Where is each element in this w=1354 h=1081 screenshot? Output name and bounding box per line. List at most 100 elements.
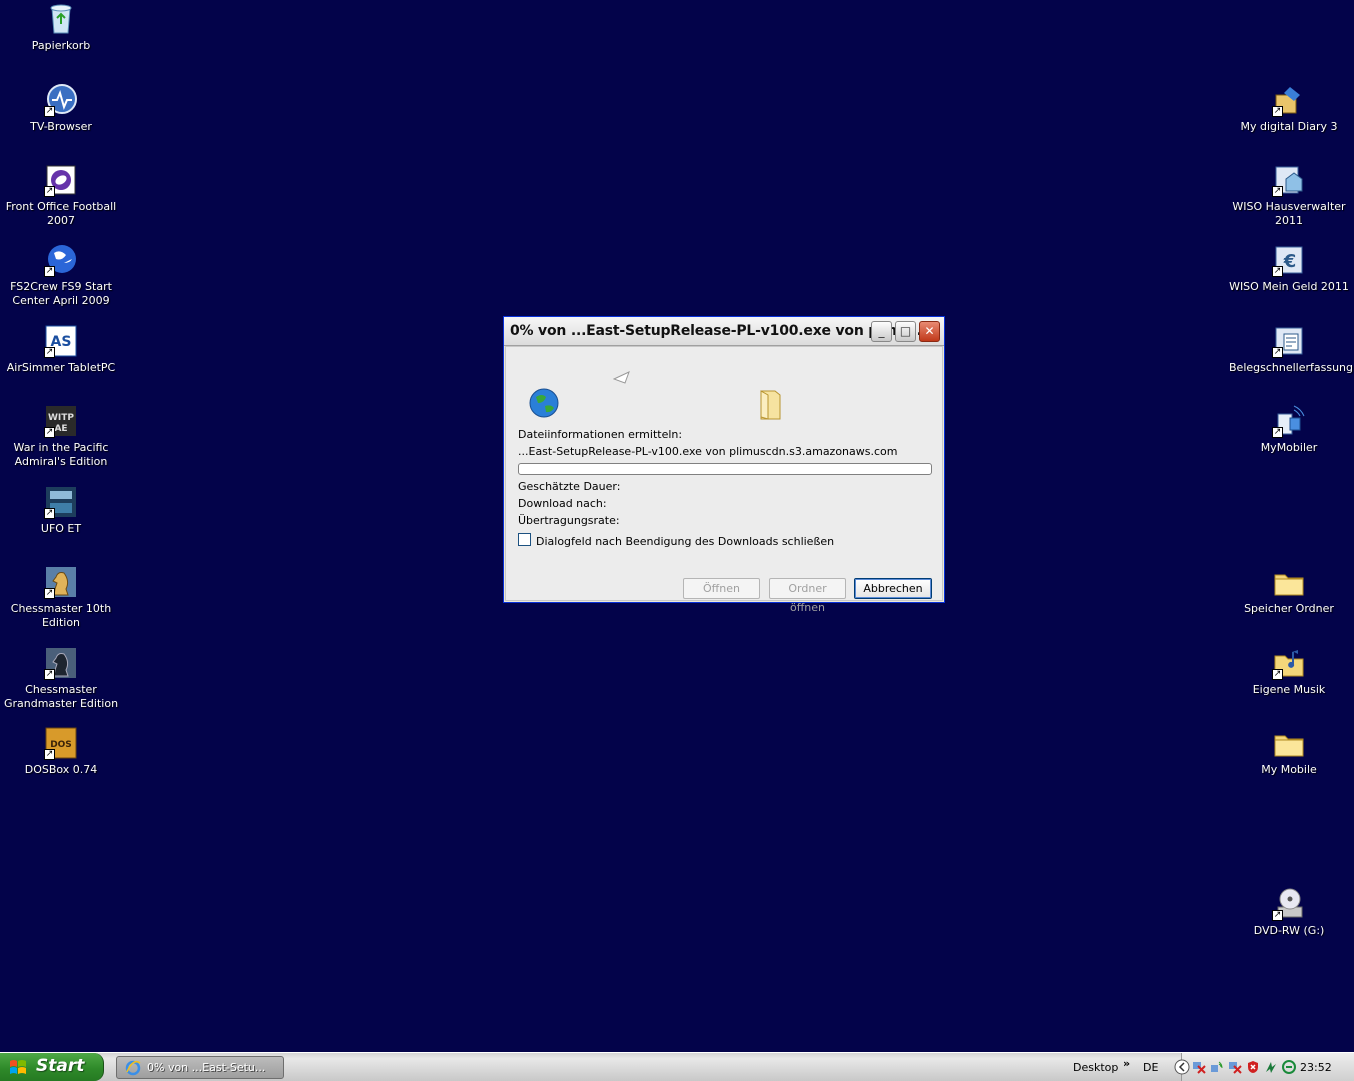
desktop-icon-label: War in the Pacific Admiral's Edition (13, 441, 109, 468)
wiso-house-icon: ↗ (1272, 163, 1306, 197)
dialog-title: 0% von ...East-SetupRelease-PL-v100.exe … (510, 323, 927, 339)
wiso-money-icon: € ↗ (1272, 243, 1306, 277)
desktop-icon-wiso-mein-geld[interactable]: € ↗ WISO Mein Geld 2011 (1229, 243, 1349, 294)
shortcut-arrow-icon: ↗ (44, 347, 55, 358)
desktop-icon-tv-browser[interactable]: ↗ TV-Browser (1, 83, 121, 134)
desktop-icon-eigene-musik[interactable]: ↗ Eigene Musik (1229, 646, 1349, 697)
chess-knight-dark-icon: ↗ (44, 646, 78, 680)
shortcut-arrow-icon: ↗ (44, 266, 55, 277)
music-folder-icon: ↗ (1272, 646, 1306, 680)
folder-open-icon (760, 390, 781, 420)
desktop-icon-label: Eigene Musik (1252, 683, 1326, 696)
ufo-icon: ↗ (44, 485, 78, 519)
desktop-icon-front-office-football[interactable]: ↗ Front Office Football 2007 (1, 163, 121, 228)
activesync-icon[interactable] (1282, 1060, 1296, 1074)
shortcut-arrow-icon: ↗ (44, 186, 55, 197)
desktop-icon-label: My Mobile (1261, 763, 1317, 776)
desktop-icon-digital-diary[interactable]: ↗ My digital Diary 3 (1229, 83, 1349, 134)
shortcut-arrow-icon: ↗ (1272, 106, 1283, 117)
desktop-icon-dvd-rw[interactable]: ↗ DVD-RW (G:) (1229, 887, 1349, 938)
open-button[interactable]: Öffnen (683, 578, 760, 599)
language-indicator[interactable]: DE (1143, 1061, 1158, 1074)
close-when-done-label[interactable]: Dialogfeld nach Beendigung des Downloads… (536, 535, 834, 548)
maximize-icon: □ (899, 324, 912, 338)
tv-browser-icon: ↗ (44, 83, 78, 117)
desktop-icon-wiso-hausverwalter[interactable]: ↗ WISO Hausverwalter 2011 (1229, 163, 1349, 228)
wireless-icon[interactable] (1210, 1060, 1224, 1074)
transfer-rate-label: Übertragungsrate: (518, 514, 620, 527)
windows-logo-icon (10, 1060, 26, 1074)
football-icon: ↗ (44, 163, 78, 197)
network-disconnected-icon[interactable] (1228, 1060, 1242, 1074)
desktop-icon-speicher-ordner[interactable]: Speicher Ordner (1229, 565, 1349, 616)
cancel-button[interactable]: Abbrechen (854, 578, 932, 599)
desktop-icon-label: WISO Mein Geld 2011 (1229, 280, 1349, 293)
desktop-icon-label: Chessmaster Grandmaster Edition (3, 683, 119, 710)
shortcut-arrow-icon: ↗ (1272, 347, 1283, 358)
dvd-drive-icon: ↗ (1272, 887, 1306, 921)
desktop-icon-recycle-bin[interactable]: Papierkorb (1, 2, 121, 53)
airsimmer-icon: AS ↗ (44, 324, 78, 358)
dosbox-icon: DOS ↗ (44, 726, 78, 760)
globe-icon: ↗ (44, 243, 78, 277)
download-dialog: 0% von ...East-SetupRelease-PL-v100.exe … (503, 316, 945, 614)
start-button[interactable]: Start (0, 1053, 104, 1081)
close-button[interactable]: ✕ (919, 321, 940, 342)
clock[interactable]: 23:52 (1300, 1061, 1332, 1074)
desktop-icon-label: MyMobiler (1260, 441, 1318, 454)
witp-icon: WITP AE ↗ (44, 404, 78, 438)
desktop-icon-chessmaster-10[interactable]: ↗ Chessmaster 10th Edition (1, 565, 121, 630)
desktop-icon-chessmaster-gm[interactable]: ↗ Chessmaster Grandmaster Edition (1, 646, 121, 711)
desktop-icon-label: Chessmaster 10th Edition (10, 602, 112, 629)
desktop-icon-witp[interactable]: WITP AE ↗ War in the Pacific Admiral's Ed… (1, 404, 121, 469)
mobiler-icon: ↗ (1272, 404, 1306, 438)
desktop-toolbar-label[interactable]: Desktop (1073, 1061, 1118, 1074)
desktop-icon-label: FS2Crew FS9 Start Center April 2009 (10, 280, 112, 307)
desktop-icon-label: DOSBox 0.74 (24, 763, 98, 776)
file-source-text: ...East-SetupRelease-PL-v100.exe von pli… (518, 445, 898, 458)
taskbar-item-download[interactable]: 0% von ...East-Setu... (116, 1056, 284, 1079)
shortcut-arrow-icon: ↗ (1272, 669, 1283, 680)
desktop-icon-airsimmer[interactable]: AS ↗ AirSimmer TabletPC (1, 324, 121, 375)
maximize-button[interactable]: □ (895, 321, 916, 342)
shortcut-arrow-icon: ↗ (1272, 427, 1283, 438)
system-tray: 23:52 (1174, 1053, 1354, 1081)
svg-text:WITP: WITP (48, 413, 74, 423)
desktop-icon-my-mobile[interactable]: My Mobile (1229, 726, 1349, 777)
desktop-icon-label: WISO Hausverwalter 2011 (1232, 200, 1346, 227)
svg-text:€: € (1283, 251, 1297, 272)
diary-icon: ↗ (1272, 83, 1306, 117)
desktop-icon-mymobiler[interactable]: ↗ MyMobiler (1229, 404, 1349, 455)
download-to-label: Download nach: (518, 497, 607, 510)
desktop-icon-label: AirSimmer TabletPC (6, 361, 116, 374)
sync-arrow-icon[interactable] (1264, 1060, 1278, 1074)
dialog-titlebar[interactable]: 0% von ...East-SetupRelease-PL-v100.exe … (504, 317, 944, 346)
desktop-icon-label: Papierkorb (31, 39, 91, 52)
desktop-icon-belegschnellerfassung[interactable]: ↗ Belegschnellerfassung (1229, 324, 1354, 375)
chess-knight-icon: ↗ (44, 565, 78, 599)
shortcut-arrow-icon: ↗ (44, 508, 55, 519)
internet-explorer-icon (125, 1060, 141, 1076)
shortcut-arrow-icon: ↗ (44, 588, 55, 599)
close-icon: ✕ (924, 324, 935, 338)
close-when-done-checkbox[interactable] (518, 533, 531, 546)
network-disconnected-icon[interactable] (1192, 1060, 1206, 1074)
desktop-icon-dosbox[interactable]: DOS ↗ DOSBox 0.74 (1, 726, 121, 777)
toolbar-chevron-icon[interactable]: » (1123, 1057, 1130, 1070)
security-shield-icon[interactable] (1246, 1060, 1260, 1074)
tray-expand-icon[interactable] (1173, 1059, 1191, 1075)
flying-paper-icon (613, 371, 630, 384)
desktop-icon-label: Belegschnellerfassung (1229, 361, 1354, 374)
desktop-icon-ufo-et[interactable]: ↗ UFO ET (1, 485, 121, 536)
minimize-button[interactable]: _ (871, 321, 892, 342)
desktop-icon-label: Speicher Ordner (1244, 602, 1334, 615)
open-folder-button[interactable]: Ordner öffnen (769, 578, 846, 614)
minimize-icon: _ (878, 324, 885, 338)
svg-text:AE: AE (54, 424, 67, 434)
shortcut-arrow-icon: ↗ (44, 427, 55, 438)
estimated-duration-label: Geschätzte Dauer: (518, 480, 621, 493)
desktop-icon-label: TV-Browser (30, 120, 92, 133)
desktop-icon-fs2crew[interactable]: ↗ FS2Crew FS9 Start Center April 2009 (1, 243, 121, 308)
shortcut-arrow-icon: ↗ (1272, 186, 1283, 197)
taskbar: Start 0% von ...East-Setu... Desktop » D… (0, 1052, 1354, 1081)
